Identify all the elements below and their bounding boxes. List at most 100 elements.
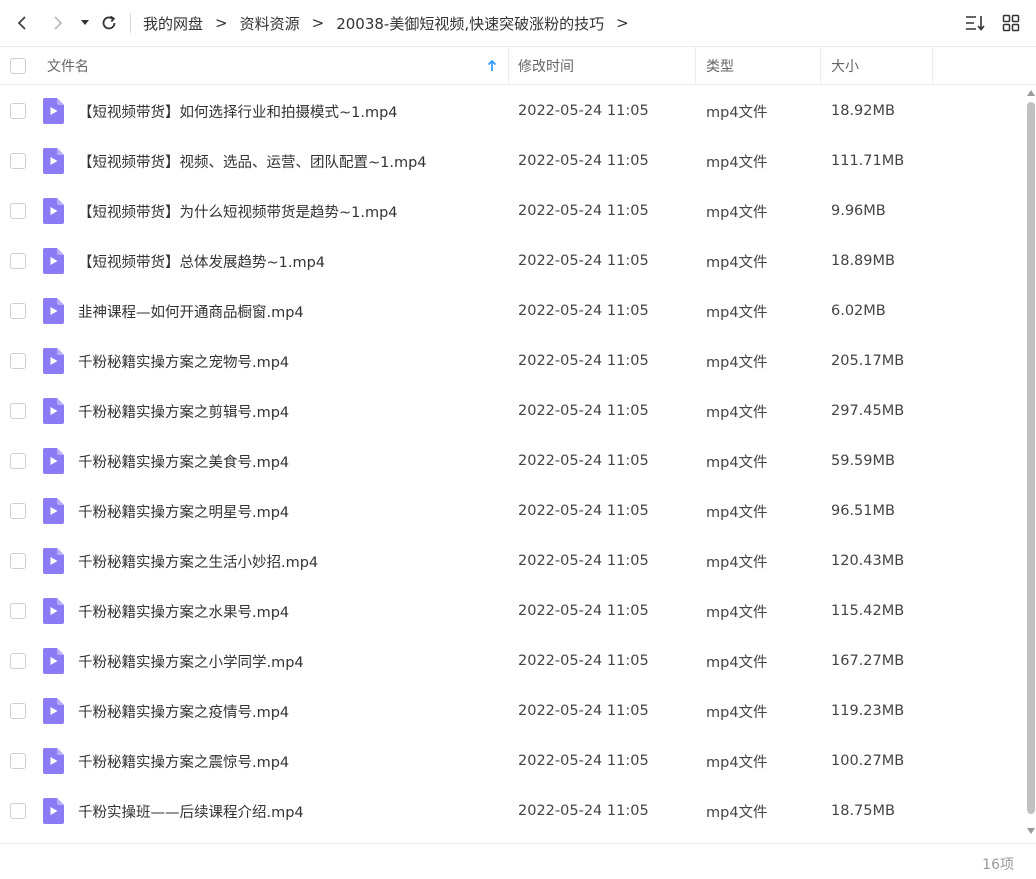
file-modified-time: 2022-05-24 11:05 <box>518 603 649 619</box>
history-dropdown-button[interactable] <box>76 5 94 41</box>
file-name[interactable]: 【短视频带货】总体发展趋势~1.mp4 <box>78 236 325 286</box>
file-browser-window: 我的网盘 > 资料资源 > 20038-美御短视频,快速突破涨粉的技巧 > 文件… <box>0 0 1036 879</box>
row-checkbox-cell <box>10 136 26 186</box>
file-modified-time: 2022-05-24 11:05 <box>518 753 649 769</box>
file-modified-time: 2022-05-24 11:05 <box>518 303 649 319</box>
file-name[interactable]: 韭神课程—如何开通商品橱窗.mp4 <box>78 286 304 336</box>
row-checkbox[interactable] <box>10 803 26 819</box>
file-modified-time: 2022-05-24 11:05 <box>518 653 649 669</box>
select-all-checkbox[interactable] <box>10 57 26 74</box>
row-checkbox-cell <box>10 436 26 486</box>
breadcrumb-separator: > <box>215 14 228 32</box>
table-row[interactable]: 【短视频带货】视频、选品、运营、团队配置~1.mp4 2022-05-24 11:… <box>0 136 1026 186</box>
table-row[interactable]: 千粉秘籍实操方案之生活小妙招.mp4 2022-05-24 11:05 mp4文件 1… <box>0 536 1026 586</box>
breadcrumb-item-resources[interactable]: 资料资源 <box>240 13 300 34</box>
row-checkbox[interactable] <box>10 753 26 769</box>
column-divider[interactable] <box>508 47 509 84</box>
row-checkbox[interactable] <box>10 403 26 419</box>
file-type: mp4文件 <box>706 504 768 521</box>
file-name[interactable]: 千粉实操班——后续课程介绍.mp4 <box>78 786 304 836</box>
breadcrumb-item-root[interactable]: 我的网盘 <box>143 13 203 34</box>
file-name[interactable]: 千粉秘籍实操方案之疫情号.mp4 <box>78 686 289 736</box>
grid-view-icon <box>1002 14 1020 32</box>
video-file-icon <box>43 548 64 574</box>
file-size: 205.17MB <box>831 353 905 369</box>
scrollbar[interactable] <box>1026 86 1036 838</box>
row-checkbox[interactable] <box>10 353 26 369</box>
table-row[interactable]: 千粉秘籍实操方案之宠物号.mp4 2022-05-24 11:05 mp4文件 205… <box>0 336 1026 386</box>
file-size: 120.43MB <box>831 553 905 569</box>
row-checkbox[interactable] <box>10 203 26 219</box>
file-name[interactable]: 千粉秘籍实操方案之小学同学.mp4 <box>78 636 304 686</box>
file-type: mp4文件 <box>706 304 768 321</box>
column-header: 文件名 修改时间 类型 大小 <box>0 46 1036 85</box>
video-file-icon <box>43 598 64 624</box>
file-name[interactable]: 【短视频带货】为什么短视频带货是趋势~1.mp4 <box>78 186 398 236</box>
row-checkbox-cell <box>10 186 26 236</box>
breadcrumb: 我的网盘 > 资料资源 > 20038-美御短视频,快速突破涨粉的技巧 > <box>143 13 641 34</box>
row-checkbox[interactable] <box>10 303 26 319</box>
table-row[interactable]: 千粉实操班——后续课程介绍.mp4 2022-05-24 11:05 mp4文件 18… <box>0 786 1026 836</box>
grid-view-button[interactable] <box>996 8 1026 38</box>
file-name[interactable]: 千粉秘籍实操方案之震惊号.mp4 <box>78 736 289 786</box>
table-row[interactable]: 【短视频带货】为什么短视频带货是趋势~1.mp4 2022-05-24 11:05… <box>0 186 1026 236</box>
scrollbar-thumb[interactable] <box>1027 102 1035 814</box>
scroll-down-arrow-icon[interactable] <box>1027 828 1035 834</box>
row-checkbox[interactable] <box>10 553 26 569</box>
breadcrumb-separator[interactable]: > <box>616 14 629 32</box>
video-file-icon <box>43 298 64 324</box>
column-divider[interactable] <box>820 47 821 84</box>
column-header-time[interactable]: 修改时间 <box>518 47 574 84</box>
sort-button[interactable] <box>960 8 990 38</box>
breadcrumb-item-current[interactable]: 20038-美御短视频,快速突破涨粉的技巧 <box>336 13 604 34</box>
video-file-icon <box>43 448 64 474</box>
file-name[interactable]: 千粉秘籍实操方案之宠物号.mp4 <box>78 336 289 386</box>
row-checkbox-cell <box>10 236 26 286</box>
row-checkbox-cell <box>10 736 26 786</box>
column-header-size[interactable]: 大小 <box>831 47 859 84</box>
table-row[interactable]: 千粉秘籍实操方案之震惊号.mp4 2022-05-24 11:05 mp4文件 100… <box>0 736 1026 786</box>
table-row[interactable]: 【短视频带货】如何选择行业和拍摄模式~1.mp4 2022-05-24 11:05… <box>0 86 1026 136</box>
table-row[interactable]: 千粉秘籍实操方案之剪辑号.mp4 2022-05-24 11:05 mp4文件 297… <box>0 386 1026 436</box>
table-row[interactable]: 【短视频带货】总体发展趋势~1.mp4 2022-05-24 11:05 mp4文件… <box>0 236 1026 286</box>
row-checkbox[interactable] <box>10 153 26 169</box>
sort-list-icon <box>966 16 985 31</box>
row-checkbox[interactable] <box>10 453 26 469</box>
refresh-button[interactable] <box>94 5 124 41</box>
table-row[interactable]: 千粉秘籍实操方案之疫情号.mp4 2022-05-24 11:05 mp4文件 119… <box>0 686 1026 736</box>
file-name[interactable]: 【短视频带货】如何选择行业和拍摄模式~1.mp4 <box>78 86 398 136</box>
row-checkbox[interactable] <box>10 253 26 269</box>
back-button[interactable] <box>4 5 40 41</box>
row-checkbox[interactable] <box>10 653 26 669</box>
table-row[interactable]: 千粉秘籍实操方案之明星号.mp4 2022-05-24 11:05 mp4文件 96.… <box>0 486 1026 536</box>
column-header-name[interactable]: 文件名 <box>47 47 507 84</box>
video-file-icon <box>43 798 64 824</box>
file-type: mp4文件 <box>706 654 768 671</box>
column-header-type[interactable]: 类型 <box>706 47 734 84</box>
table-row[interactable]: 千粉秘籍实操方案之美食号.mp4 2022-05-24 11:05 mp4文件 59.… <box>0 436 1026 486</box>
column-divider[interactable] <box>695 47 696 84</box>
file-icon-cell <box>43 386 64 436</box>
row-checkbox[interactable] <box>10 703 26 719</box>
row-checkbox[interactable] <box>10 103 26 119</box>
row-checkbox[interactable] <box>10 503 26 519</box>
row-checkbox[interactable] <box>10 603 26 619</box>
scroll-up-arrow-icon[interactable] <box>1027 90 1035 96</box>
file-name[interactable]: 千粉秘籍实操方案之生活小妙招.mp4 <box>78 536 318 586</box>
item-count: 16项 <box>982 857 1014 873</box>
file-size: 111.71MB <box>831 153 905 169</box>
file-name[interactable]: 千粉秘籍实操方案之水果号.mp4 <box>78 586 289 636</box>
file-name[interactable]: 千粉秘籍实操方案之美食号.mp4 <box>78 436 289 486</box>
file-name[interactable]: 千粉秘籍实操方案之明星号.mp4 <box>78 486 289 536</box>
file-modified-time: 2022-05-24 11:05 <box>518 103 649 119</box>
table-row[interactable]: 千粉秘籍实操方案之小学同学.mp4 2022-05-24 11:05 mp4文件 16… <box>0 636 1026 686</box>
forward-button[interactable] <box>40 5 76 41</box>
file-size: 18.92MB <box>831 103 895 119</box>
table-row[interactable]: 韭神课程—如何开通商品橱窗.mp4 2022-05-24 11:05 mp4文件 6.… <box>0 286 1026 336</box>
video-file-icon <box>43 498 64 524</box>
table-row[interactable]: 千粉秘籍实操方案之水果号.mp4 2022-05-24 11:05 mp4文件 115… <box>0 586 1026 636</box>
file-name[interactable]: 千粉秘籍实操方案之剪辑号.mp4 <box>78 386 289 436</box>
column-divider[interactable] <box>932 47 933 84</box>
file-name[interactable]: 【短视频带货】视频、选品、运营、团队配置~1.mp4 <box>78 136 427 186</box>
row-checkbox-cell <box>10 636 26 686</box>
